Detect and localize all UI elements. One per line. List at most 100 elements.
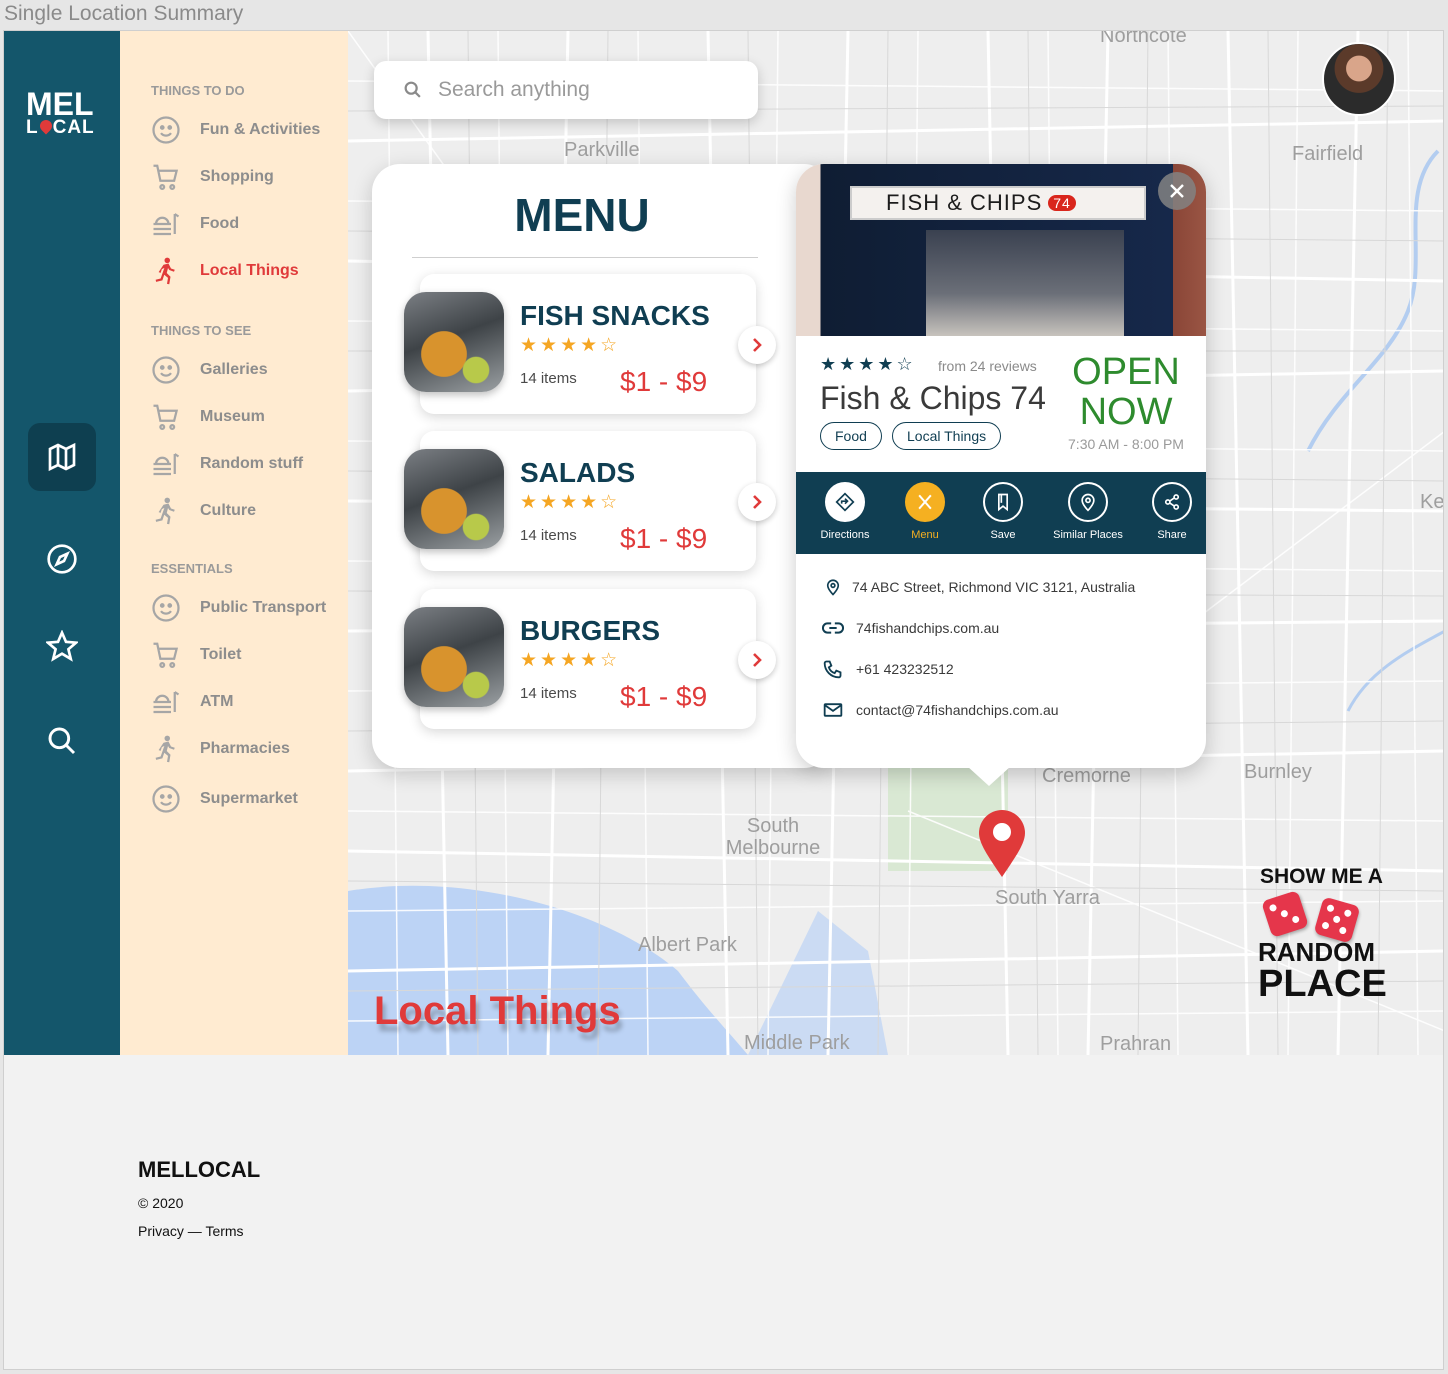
category-item-label: Pharmacies xyxy=(200,740,290,757)
place-rating-stars: ★★★★☆ xyxy=(820,354,916,374)
link-icon xyxy=(822,622,844,634)
menu-label: Menu xyxy=(911,529,939,541)
website-row[interactable]: 74fishandchips.com.au xyxy=(822,617,999,639)
category-item-fun-activities[interactable]: Fun & Activities xyxy=(150,112,320,148)
open-status: OPEN NOW xyxy=(1072,351,1180,433)
rail-search-button[interactable] xyxy=(28,707,96,775)
menu-category-open-button[interactable] xyxy=(738,326,776,364)
directions-label: Directions xyxy=(820,529,870,541)
category-item-toilet[interactable]: Toilet xyxy=(150,637,241,673)
menu-category-card[interactable]: SALADS ★★★★☆ 14 items $1 - $9 xyxy=(404,431,776,571)
map-icon xyxy=(48,442,76,472)
user-avatar[interactable] xyxy=(1322,42,1396,116)
menu-category-name: SALADS xyxy=(520,457,636,488)
menu-item-photo xyxy=(404,292,504,392)
shop-sign-number: 74 xyxy=(1048,195,1076,211)
menu-category-open-button[interactable] xyxy=(738,641,776,679)
menu-category-price: $1 - $9 xyxy=(620,366,708,397)
category-item-random-stuff[interactable]: Random stuff xyxy=(150,446,303,482)
category-title: Local Things xyxy=(374,989,621,1033)
similar-places-button[interactable]: Similar Places xyxy=(1043,482,1133,541)
email-text[interactable]: contact@74fishandchips.com.au xyxy=(856,702,1059,718)
footer: MELLOCAL © 2020 Privacy — Terms xyxy=(4,1055,1443,1369)
phone-row[interactable]: +61 423232512 xyxy=(822,658,954,680)
footer-brand: MELLOCAL xyxy=(138,1157,261,1182)
privacy-link[interactable]: Privacy xyxy=(138,1223,184,1239)
category-item-atm[interactable]: ATM xyxy=(150,684,233,720)
rail-explore-button[interactable] xyxy=(28,525,96,593)
rail-map-button[interactable] xyxy=(28,423,96,491)
runner-icon xyxy=(150,495,182,527)
frame-title: Single Location Summary xyxy=(4,2,244,25)
share-icon xyxy=(1164,494,1180,510)
rail-favorites-button[interactable] xyxy=(28,612,96,680)
similar-places-label: Similar Places xyxy=(1053,529,1123,541)
shop-sign-text: FISH & CHIPS xyxy=(886,190,1043,215)
email-row[interactable]: contact@74fishandchips.com.au xyxy=(822,699,1059,721)
category-item-public-transport[interactable]: Public Transport xyxy=(150,590,326,626)
category-item-pharmacies[interactable]: Pharmacies xyxy=(150,731,290,767)
menu-category-open-button[interactable] xyxy=(738,483,776,521)
tag-local-things[interactable]: Local Things xyxy=(892,422,1002,450)
place-detail-card: FISH & CHIPS 74 ★★★★☆ from 24 reviews Fis… xyxy=(796,164,1206,768)
place-review-count: from 24 reviews xyxy=(938,358,1037,374)
cart-icon xyxy=(150,401,182,433)
directions-icon xyxy=(835,492,855,512)
category-item-food[interactable]: Food xyxy=(150,206,239,242)
cart-icon xyxy=(150,161,182,193)
category-item-local-things[interactable]: Local Things xyxy=(150,253,299,289)
map-label: Albert Park xyxy=(638,934,737,956)
smiley-icon xyxy=(150,592,182,624)
map-label: Prahran xyxy=(1100,1033,1172,1055)
share-label: Share xyxy=(1157,529,1187,541)
website-text[interactable]: 74fishandchips.com.au xyxy=(856,620,999,636)
artboard: MEL L CAL THINGS TO DO Fun & Activities Sho… xyxy=(3,30,1444,1370)
icon-rail: MEL L CAL xyxy=(4,31,120,1055)
menu-button[interactable]: Menu xyxy=(880,482,970,541)
dice-icon xyxy=(1261,890,1309,938)
smiley-icon xyxy=(150,354,182,386)
search-bar[interactable]: Search anything xyxy=(374,61,758,119)
location-pin-marker[interactable] xyxy=(977,809,1027,879)
food-icon xyxy=(150,208,182,240)
footer-copyright: © 2020 xyxy=(138,1195,184,1211)
share-button[interactable]: Share xyxy=(1127,482,1206,541)
menu-category-rating: ★★★★☆ xyxy=(520,650,621,671)
directions-button[interactable]: Directions xyxy=(800,482,890,541)
category-item-label: Shopping xyxy=(200,168,274,185)
shop-sign: FISH & CHIPS 74 xyxy=(850,186,1146,220)
footer-separator: — xyxy=(183,1223,206,1239)
tag-food[interactable]: Food xyxy=(820,422,882,450)
menu-title: MENU xyxy=(514,189,650,241)
logo-local-l: L xyxy=(26,117,39,138)
mellocal-logo[interactable]: MEL L CAL xyxy=(26,88,102,138)
smiley-icon xyxy=(150,114,182,146)
category-item-shopping[interactable]: Shopping xyxy=(150,159,274,195)
place-name: Fish & Chips 74 xyxy=(820,380,1046,416)
menu-category-card[interactable]: BURGERS ★★★★☆ 14 items $1 - $9 xyxy=(404,589,776,729)
map-label: Fairfield xyxy=(1292,143,1364,165)
category-item-label: Galleries xyxy=(200,361,268,378)
close-button[interactable] xyxy=(1158,172,1196,210)
category-item-galleries[interactable]: Galleries xyxy=(150,352,268,388)
save-button[interactable]: Save xyxy=(958,482,1048,541)
phone-icon xyxy=(823,660,842,679)
footer-links: Privacy — Terms xyxy=(138,1223,244,1239)
category-item-supermarket[interactable]: Supermarket xyxy=(150,781,298,817)
logo-local-rest: CAL xyxy=(52,117,95,138)
search-icon xyxy=(404,81,421,98)
opening-hours: 7:30 AM - 8:00 PM xyxy=(1068,436,1184,452)
menu-category-count: 14 items xyxy=(520,685,577,702)
menu-category-name: BURGERS xyxy=(520,615,661,646)
category-item-label: Random stuff xyxy=(200,455,304,472)
category-item-museum[interactable]: Museum xyxy=(150,399,265,435)
save-label: Save xyxy=(990,529,1016,541)
menu-category-card[interactable]: FISH SNACKS ★★★★☆ 14 items $1 - $9 xyxy=(404,274,776,414)
phone-text[interactable]: +61 423232512 xyxy=(856,661,954,677)
menu-divider xyxy=(412,257,758,258)
category-item-label: Public Transport xyxy=(200,599,327,616)
category-item-culture[interactable]: Culture xyxy=(150,493,256,529)
random-place-button[interactable]: SHOW ME A RANDOM PLACE xyxy=(1254,865,1387,1005)
category-item-label: Toilet xyxy=(200,646,242,663)
terms-link[interactable]: Terms xyxy=(205,1223,243,1239)
